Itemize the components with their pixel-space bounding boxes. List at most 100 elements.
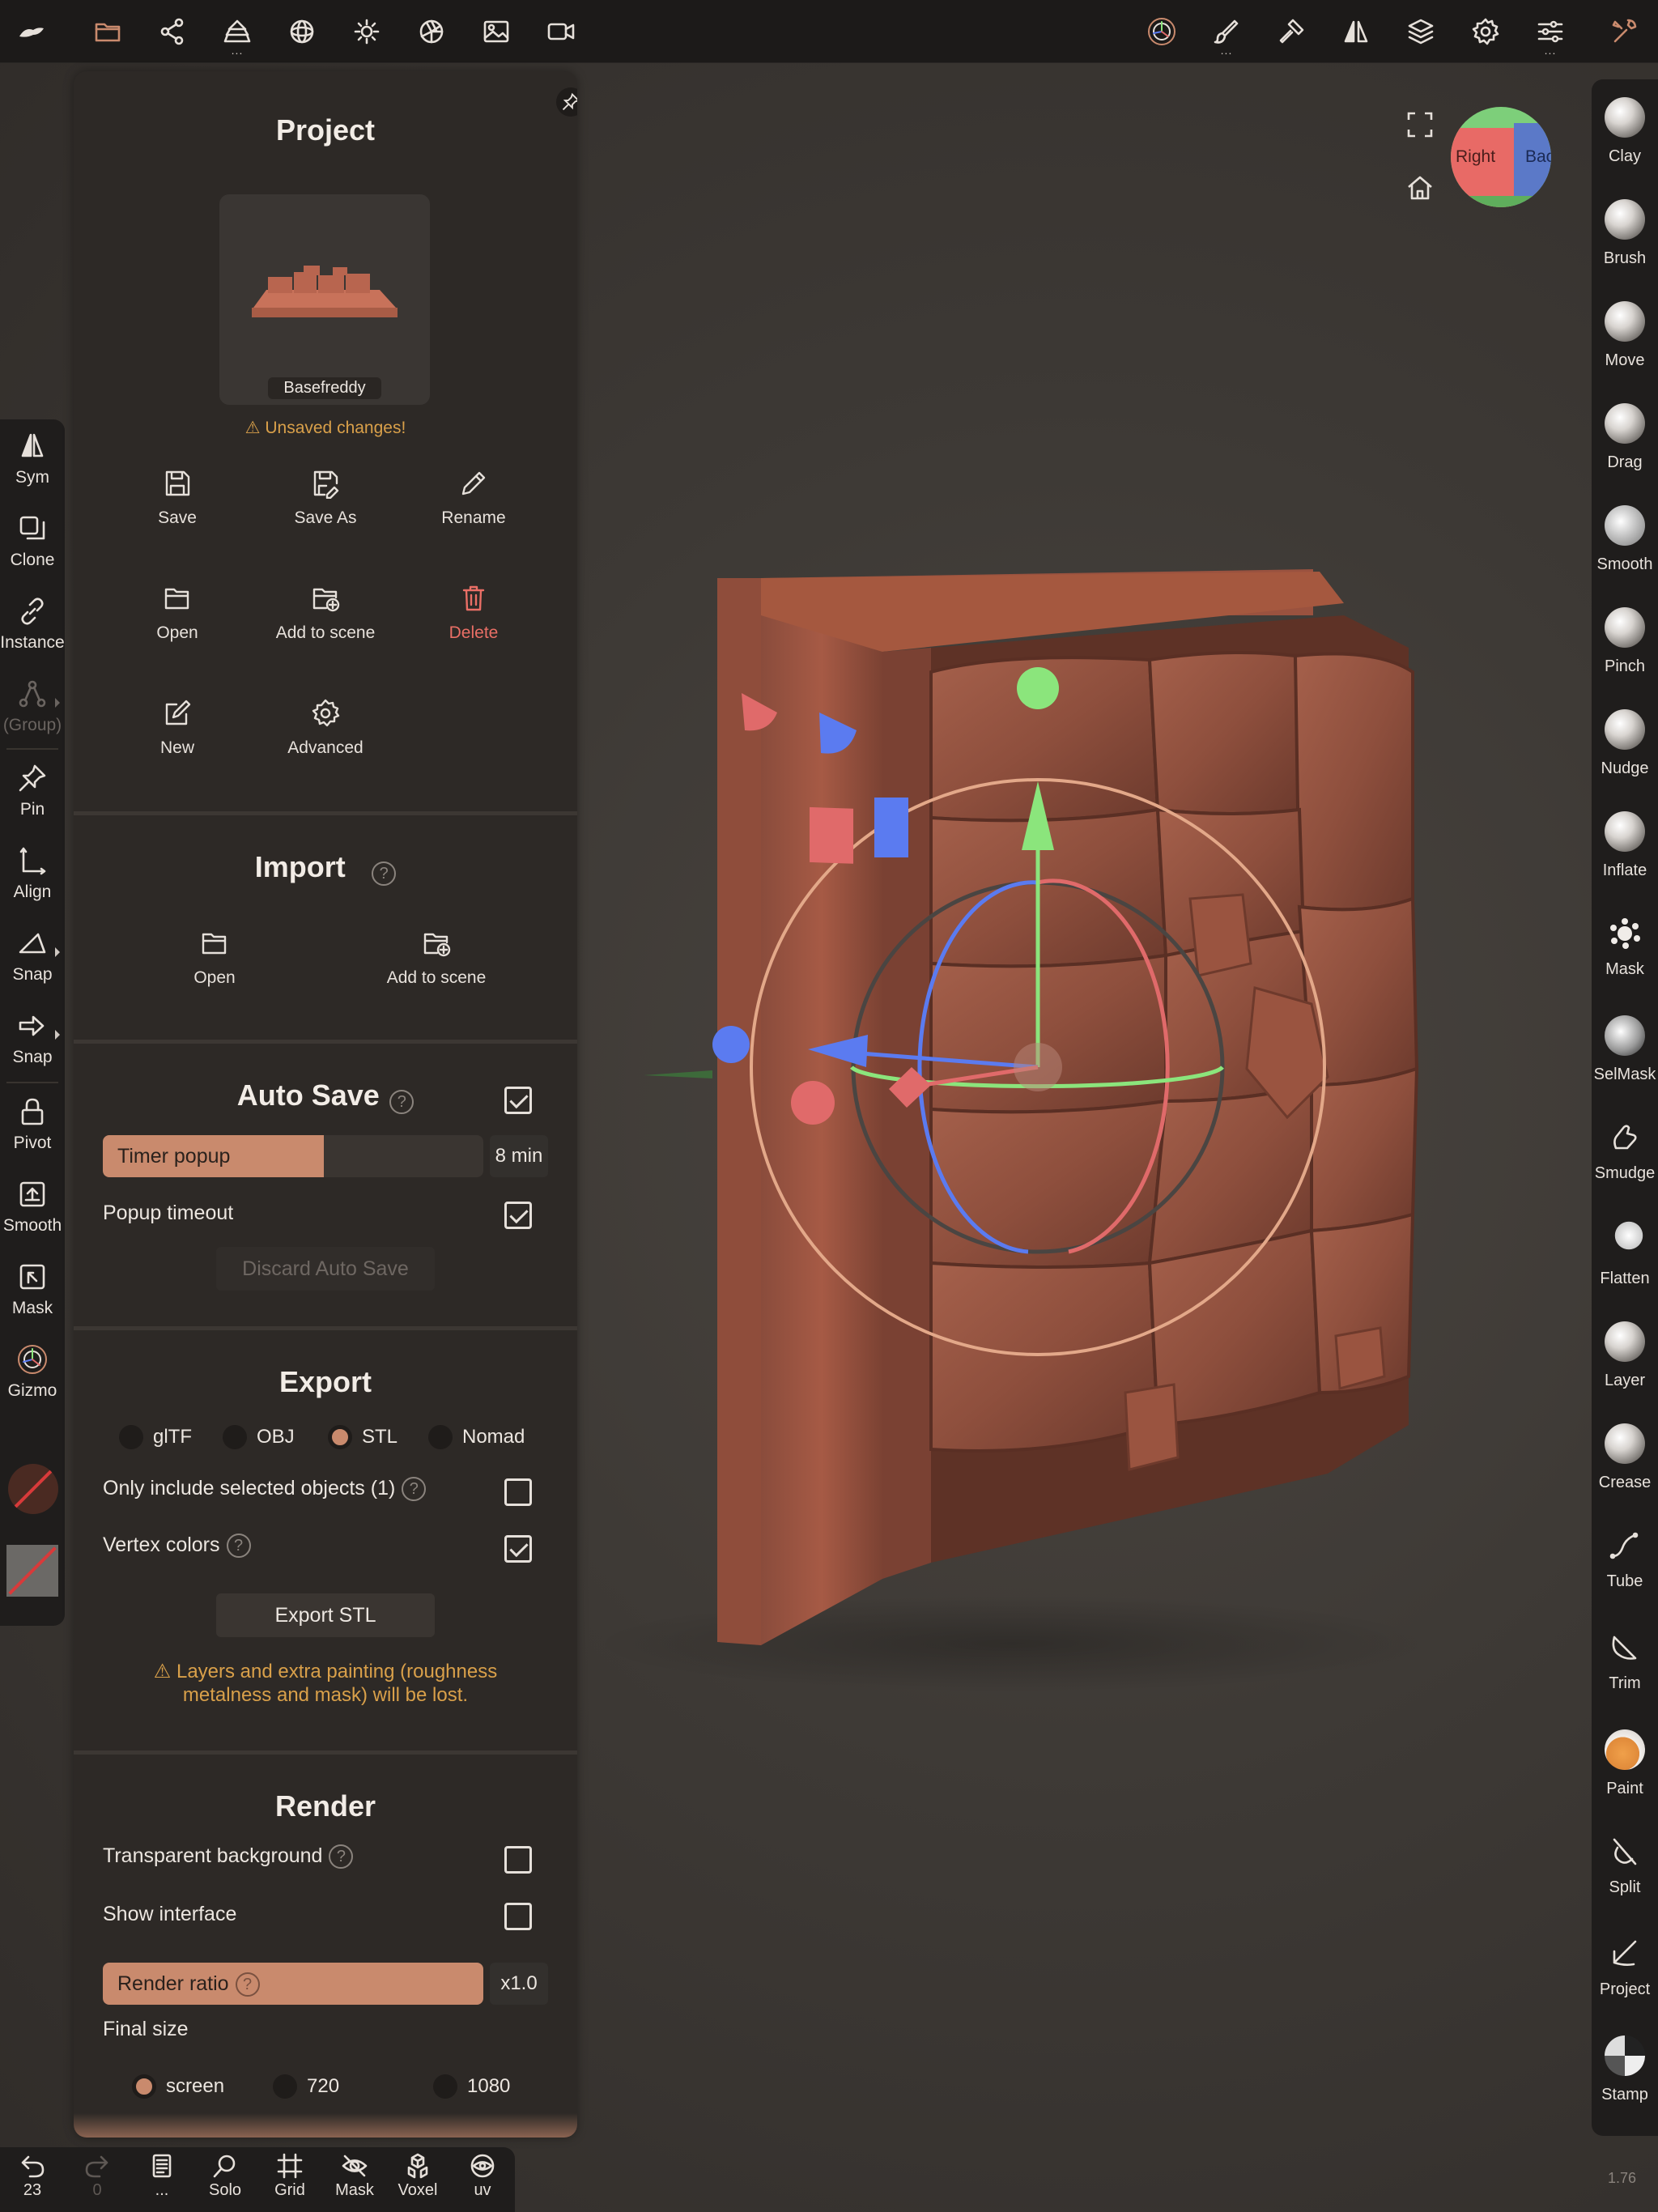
brush-smooth[interactable]: Smooth [1592, 497, 1658, 599]
rename-button[interactable]: Rename [399, 468, 548, 528]
gizmo-toggle-button[interactable] [1141, 11, 1182, 52]
brush-stamp[interactable]: Stamp [1592, 2027, 1658, 2129]
sculpt-button[interactable] [1271, 11, 1312, 52]
gizmo-button[interactable]: Gizmo [0, 1333, 65, 1414]
brush-brush[interactable]: Brush [1592, 191, 1658, 293]
delete-button[interactable]: Delete [399, 583, 548, 643]
material-button[interactable] [282, 11, 322, 52]
open-button[interactable]: Open [103, 583, 252, 643]
redo-button[interactable]: 0 [66, 2152, 128, 2212]
interface-settings-button[interactable]: ... [1530, 11, 1571, 57]
lighting-button[interactable] [346, 11, 387, 52]
pin-button[interactable]: Pin [0, 751, 65, 832]
settings-button[interactable] [1465, 11, 1506, 52]
format-gltf-radio[interactable]: glTF [119, 1425, 192, 1449]
transparent-bg-help-icon[interactable]: ? [329, 1844, 354, 1870]
clone-button[interactable]: Clone [0, 502, 65, 583]
only-selected-checkbox[interactable] [504, 1478, 532, 1506]
timer-popup-value[interactable]: 8 min [490, 1135, 548, 1177]
mask-left-button[interactable]: Mask [0, 1250, 65, 1331]
vertex-colors-help-icon[interactable]: ? [226, 1534, 251, 1559]
format-stl-radio[interactable]: STL [328, 1425, 397, 1449]
wall-model[interactable] [591, 569, 1433, 1692]
brush-paint[interactable]: Paint [1592, 1721, 1658, 1823]
format-obj-radio[interactable]: OBJ [223, 1425, 295, 1449]
size-1080-radio[interactable]: 1080 [433, 2074, 510, 2099]
vertex-colors-checkbox[interactable] [504, 1535, 532, 1563]
paint-color-swatch[interactable] [8, 1464, 58, 1514]
uv-button[interactable]: uv [452, 2152, 513, 2212]
brush-move[interactable]: Move [1592, 293, 1658, 395]
brush-nudge[interactable]: Nudge [1592, 701, 1658, 803]
view-cube[interactable]: Right Back [1451, 107, 1551, 207]
solo-button[interactable]: Solo [194, 2152, 256, 2212]
symmetry-top-button[interactable] [1336, 11, 1376, 52]
save-as-button[interactable]: Save As [251, 468, 400, 528]
import-open-button[interactable]: Open [140, 928, 289, 988]
timer-popup-slider[interactable]: Timer popup [103, 1135, 483, 1177]
brush-mask[interactable]: Mask [1592, 905, 1658, 1007]
save-button[interactable]: Save [103, 468, 252, 528]
undo-button[interactable]: 23 [2, 2152, 63, 2212]
brush-clay[interactable]: Clay [1592, 89, 1658, 191]
project-thumbnail[interactable]: Basefreddy [219, 194, 430, 405]
transparent-bg-checkbox[interactable] [504, 1846, 532, 1874]
layers-button[interactable] [1401, 11, 1441, 52]
fullscreen-button[interactable] [1405, 110, 1435, 139]
tools-button[interactable] [1605, 11, 1645, 52]
brush-tube[interactable]: Tube [1592, 1517, 1658, 1619]
mask-visibility-button[interactable]: Mask [324, 2152, 385, 2212]
autosave-enabled-checkbox[interactable] [504, 1087, 532, 1114]
discard-autosave-button[interactable]: Discard Auto Save [216, 1247, 435, 1291]
new-button[interactable]: New [103, 698, 252, 758]
advanced-button[interactable]: Advanced [251, 698, 400, 758]
popup-timeout-checkbox[interactable] [504, 1202, 532, 1229]
show-interface-checkbox[interactable] [504, 1903, 532, 1930]
brush-inflate[interactable]: Inflate [1592, 803, 1658, 905]
files-button[interactable] [87, 11, 128, 52]
pin-panel-button[interactable] [556, 87, 577, 117]
only-selected-help-icon[interactable]: ? [402, 1477, 427, 1502]
background-button[interactable] [476, 11, 517, 52]
export-stl-button[interactable]: Export STL [216, 1593, 435, 1637]
grid-button[interactable]: Grid [259, 2152, 321, 2212]
home-view-button[interactable] [1405, 173, 1435, 202]
paint-button[interactable]: ... [1206, 11, 1247, 57]
brush-trim[interactable]: Trim [1592, 1619, 1658, 1721]
group-button[interactable]: (Group) [0, 667, 65, 748]
render-ratio-value[interactable]: x1.0 [490, 1963, 548, 2005]
topology-button[interactable]: ... [217, 11, 257, 57]
render-ratio-slider[interactable]: Render ratio? [103, 1963, 483, 2005]
nomad-logo-button[interactable] [11, 11, 52, 52]
brush-split[interactable]: Split [1592, 1823, 1658, 1925]
format-nomad-radio[interactable]: Nomad [428, 1425, 525, 1449]
render-ratio-help-icon[interactable]: ? [235, 1972, 260, 1997]
camera-button[interactable] [411, 11, 452, 52]
brush-layer[interactable]: Layer [1592, 1313, 1658, 1415]
size-720-radio[interactable]: 720 [273, 2074, 339, 2099]
brush-pinch[interactable]: Pinch [1592, 599, 1658, 701]
size-screen-radio[interactable]: screen [132, 2074, 224, 2099]
voxel-button[interactable]: Voxel [387, 2152, 449, 2212]
brush-selmask[interactable]: SelMask [1592, 1007, 1658, 1109]
add-to-scene-button[interactable]: Add to scene [251, 583, 400, 643]
video-button[interactable] [541, 11, 581, 52]
scene-button[interactable] [152, 11, 193, 52]
sym-button[interactable]: Sym [0, 419, 65, 500]
history-button[interactable]: ... [131, 2152, 193, 2212]
brush-drag[interactable]: Drag [1592, 395, 1658, 497]
smooth-left-button[interactable]: Smooth [0, 1168, 65, 1249]
snap-translate-button[interactable]: Snap [0, 999, 65, 1080]
snap-angle-button[interactable]: Snap [0, 917, 65, 998]
pivot-button[interactable]: Pivot [0, 1085, 65, 1166]
brush-flatten[interactable]: Flatten [1592, 1211, 1658, 1313]
brush-crease[interactable]: Crease [1592, 1415, 1658, 1517]
autosave-help-icon[interactable]: ? [389, 1089, 414, 1114]
secondary-color-swatch[interactable] [6, 1545, 58, 1597]
import-add-to-scene-button[interactable]: Add to scene [362, 928, 511, 988]
align-button[interactable]: Align [0, 834, 65, 915]
brush-project[interactable]: Project [1592, 1925, 1658, 2027]
import-help-icon[interactable]: ? [372, 861, 397, 886]
brush-smudge[interactable]: Smudge [1592, 1109, 1658, 1211]
instance-button[interactable]: Instance [0, 585, 65, 666]
